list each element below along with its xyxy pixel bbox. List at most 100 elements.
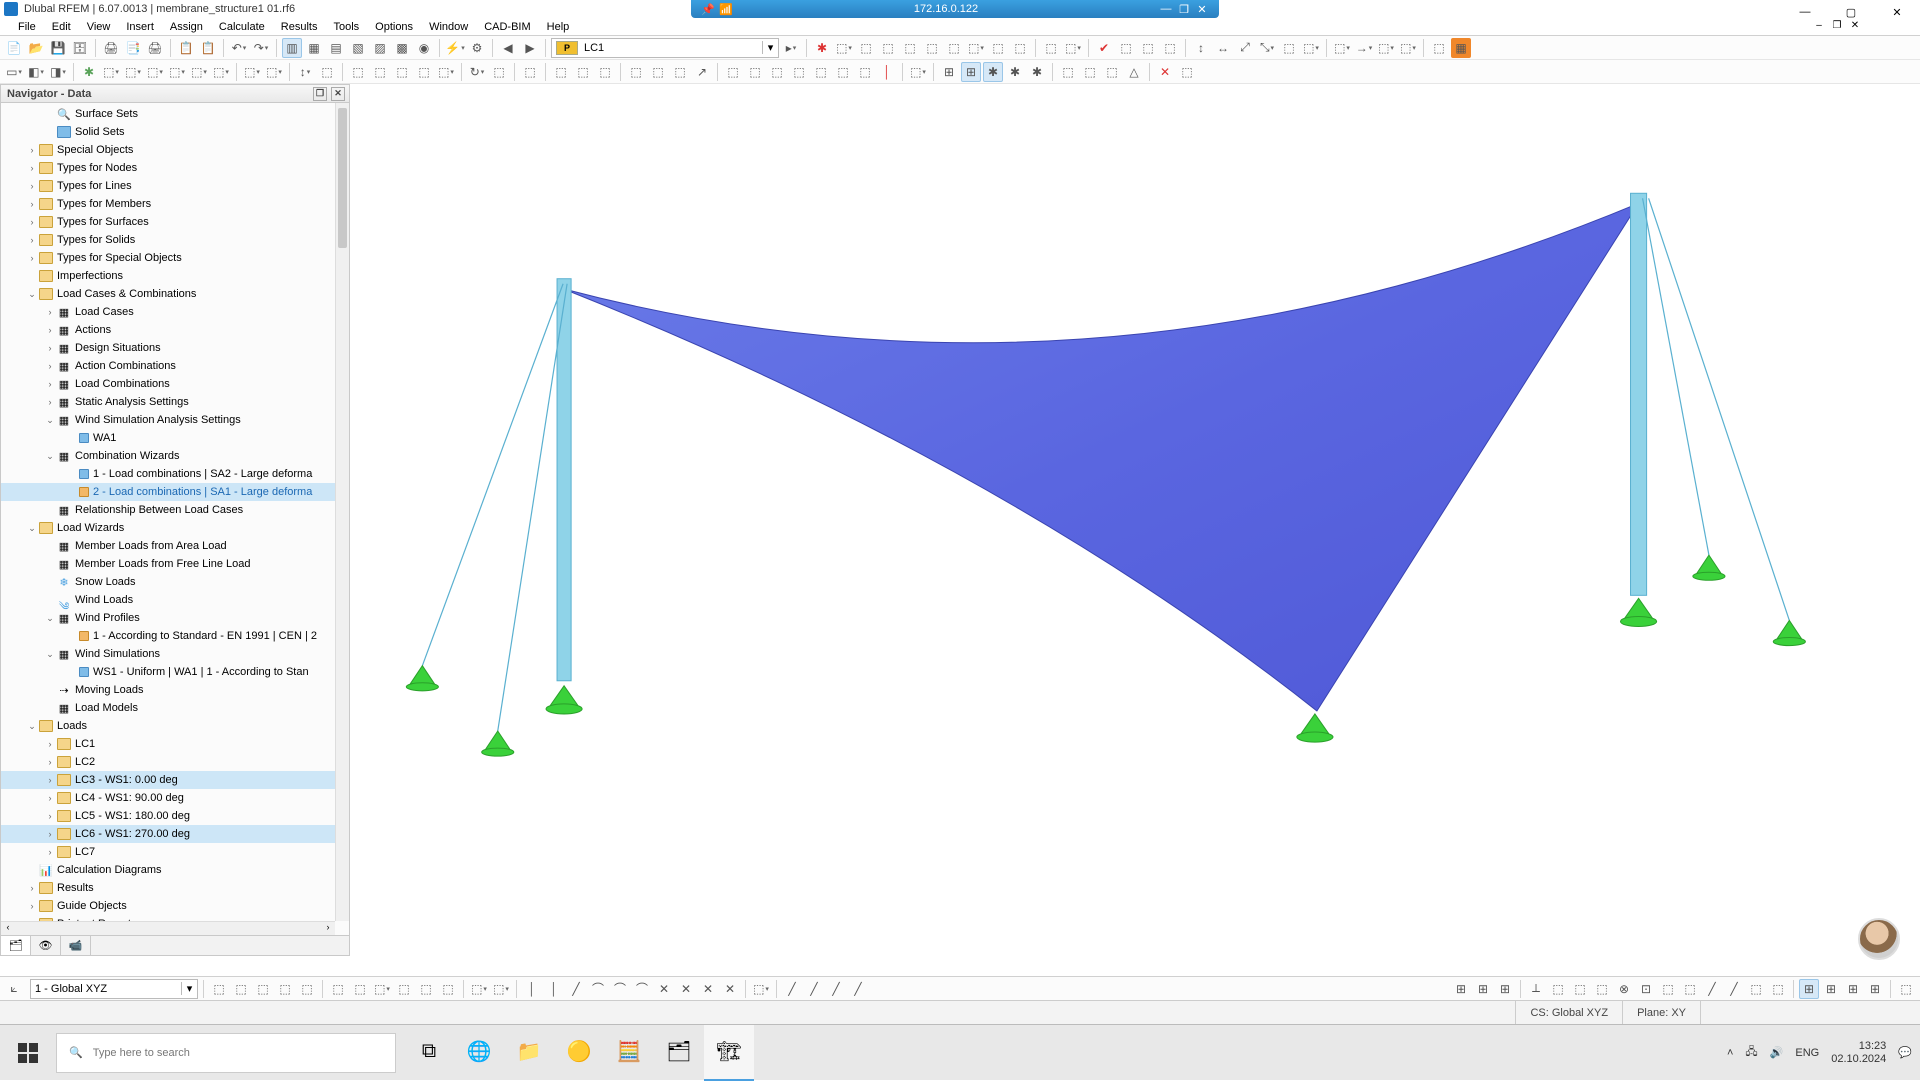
toolbar-icon[interactable]: ⬚ [438, 979, 458, 999]
start-button[interactable] [0, 1025, 56, 1081]
scroll-thumb[interactable] [338, 108, 347, 248]
toolbar-icon[interactable]: ⬚ [1768, 979, 1788, 999]
toolbar-icon[interactable]: ✱ [1005, 62, 1025, 82]
tree-item[interactable]: Load Cases & Combinations [1, 285, 335, 303]
remote-pin-icon[interactable]: 📌 [699, 3, 717, 16]
panel-toggle[interactable]: ▤ [326, 38, 346, 58]
toolbar-icon[interactable]: │ [544, 979, 564, 999]
tree-item[interactable]: Types for Nodes [1, 159, 335, 177]
tree-item[interactable]: ▦Wind Simulations [1, 645, 335, 663]
tree-item[interactable]: LC5 - WS1: 180.00 deg [1, 807, 335, 825]
toolbar-icon[interactable]: ⬚ [416, 979, 436, 999]
toolbar-icon[interactable]: ⊞ [1451, 979, 1471, 999]
toolbar-icon[interactable]: ⬚ [394, 979, 414, 999]
tree-item[interactable]: LC1 [1, 735, 335, 753]
tray-chevron-icon[interactable]: ˄ [1727, 1047, 1733, 1059]
toolbar-icon[interactable]: ⬚ [751, 979, 771, 999]
toolbar-icon[interactable]: ⬚ [167, 62, 187, 82]
remote-signal-icon[interactable]: 📶 [717, 3, 735, 16]
toolbar-icon[interactable]: ⊞ [1821, 979, 1841, 999]
toolbar-icon[interactable]: ⬚ [595, 62, 615, 82]
toolbar-icon[interactable]: ⟂ [1526, 979, 1546, 999]
show-loads-button[interactable]: ✱ [812, 38, 832, 58]
tree-item[interactable]: ▦Load Models [1, 699, 335, 717]
menu-insert[interactable]: Insert [118, 19, 162, 35]
toolbar-icon[interactable]: ✕ [720, 979, 740, 999]
toolbar-icon[interactable]: ✕ [654, 979, 674, 999]
print-button[interactable]: 🖨 [145, 38, 165, 58]
toolbar-icon[interactable]: ⬚ [414, 62, 434, 82]
toolbar-icon[interactable]: ⬚ [370, 62, 390, 82]
toolbar-icon[interactable]: │ [877, 62, 897, 82]
toolbar-icon[interactable]: ⬚ [966, 38, 986, 58]
toolbar-icon[interactable]: ✕ [676, 979, 696, 999]
toolbar-icon[interactable]: ⌒ [632, 979, 652, 999]
toolbar-icon[interactable]: ⬚ [551, 62, 571, 82]
tree-item[interactable]: ❄Snow Loads [1, 573, 335, 591]
toolbar-icon[interactable]: ⬚ [1102, 62, 1122, 82]
tree-item[interactable]: Types for Members [1, 195, 335, 213]
toolbar-icon[interactable]: ⊞ [939, 62, 959, 82]
navigator-tab-data[interactable]: 🗂 [1, 936, 31, 955]
tree-item[interactable]: Load Wizards [1, 519, 335, 537]
tree-item[interactable]: ⇢Moving Loads [1, 681, 335, 699]
toolbar-icon[interactable]: ⬚ [317, 62, 337, 82]
next-lc-button[interactable]: ▶ [520, 38, 540, 58]
toolbar-icon[interactable]: ⌒ [588, 979, 608, 999]
copy-button[interactable]: 📋 [176, 38, 196, 58]
tray-network-icon[interactable]: 🖧 [1745, 1043, 1757, 1062]
toolbar-icon[interactable]: ⊞ [961, 62, 981, 82]
toolbar-icon[interactable]: ⬚ [1058, 62, 1078, 82]
toolbar-icon[interactable]: ↗ [692, 62, 712, 82]
tree-item[interactable]: Loads [1, 717, 335, 735]
toolbar-icon[interactable]: ↻ [467, 62, 487, 82]
taskbar-rfem[interactable]: 🏗 [704, 1025, 754, 1081]
tree-item[interactable]: LC7 [1, 843, 335, 861]
scroll-right-icon[interactable]: › [321, 922, 335, 936]
toolbar-icon[interactable]: ⬚ [944, 38, 964, 58]
taskbar-app[interactable]: 🗂 [654, 1025, 704, 1081]
tree-item[interactable]: WS1 - Uniform | WA1 | 1 - According to S… [1, 663, 335, 681]
toolbar-icon[interactable]: ⬚ [1398, 38, 1418, 58]
tray-clock[interactable]: 13:23 02.10.2024 [1831, 1040, 1886, 1066]
tree-item[interactable]: 🔍Surface Sets [1, 105, 335, 123]
taskbar-chrome[interactable]: 🟡 [554, 1025, 604, 1081]
toolbar-icon[interactable]: ⬚ [1592, 979, 1612, 999]
toolbar-icon[interactable]: ╱ [566, 979, 586, 999]
redo-button[interactable]: ↷ [251, 38, 271, 58]
toolbar-icon[interactable]: ⊞ [1799, 979, 1819, 999]
toolbar-icon[interactable]: ⬚ [1429, 38, 1449, 58]
toolbar-icon[interactable]: ✕ [698, 979, 718, 999]
print-graphic-button[interactable]: 🖨 [101, 38, 121, 58]
toolbar-icon[interactable]: ⊞ [1843, 979, 1863, 999]
model-viewport[interactable] [352, 84, 1920, 976]
toolbar-icon[interactable]: ▦ [1451, 38, 1471, 58]
cs-icon[interactable]: ⟀ [4, 979, 24, 999]
scroll-left-icon[interactable]: ‹ [1, 922, 15, 936]
toolbar-icon[interactable]: ╱ [1702, 979, 1722, 999]
toolbar-icon[interactable]: ⬚ [648, 62, 668, 82]
toolbar-icon[interactable]: ╱ [826, 979, 846, 999]
tree-item[interactable]: 1 - Load combinations | SA2 - Large defo… [1, 465, 335, 483]
remote-min-button[interactable]: — [1157, 3, 1175, 15]
toolbar-icon[interactable]: ╱ [1724, 979, 1744, 999]
toolbar-icon[interactable]: ⬚ [922, 38, 942, 58]
toolbar-icon[interactable]: ⬚ [900, 38, 920, 58]
toolbar-icon[interactable]: ⬚ [1160, 38, 1180, 58]
toolbar-icon[interactable]: ⌒ [610, 979, 630, 999]
toolbar-icon[interactable]: ⬚ [1279, 38, 1299, 58]
tree-item-selected[interactable]: 2 - Load combinations | SA1 - Large defo… [1, 483, 335, 501]
menu-file[interactable]: File [10, 19, 44, 35]
cs-dropdown-icon[interactable]: ▾ [181, 982, 197, 995]
tree-item[interactable]: ▦Action Combinations [1, 357, 335, 375]
menu-view[interactable]: View [79, 19, 119, 35]
toolbar-icon[interactable]: ▩ [392, 38, 412, 58]
tree-item[interactable]: Types for Solids [1, 231, 335, 249]
new-button[interactable]: 📄 [4, 38, 24, 58]
toolbar-icon[interactable]: ⬚ [1680, 979, 1700, 999]
navigator-tab-display[interactable]: 👁 [31, 936, 61, 955]
toolbar-icon[interactable]: ⬚ [1658, 979, 1678, 999]
tree-item[interactable]: ▦Static Analysis Settings [1, 393, 335, 411]
toolbar-icon[interactable]: ⬚ [1041, 38, 1061, 58]
toolbar-icon[interactable]: ⬚ [372, 979, 392, 999]
